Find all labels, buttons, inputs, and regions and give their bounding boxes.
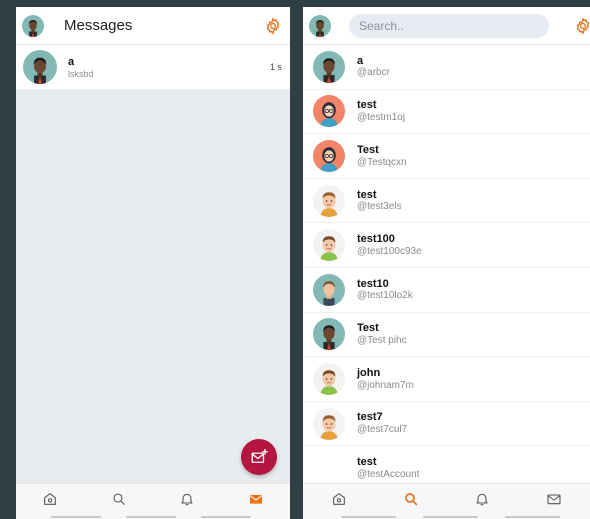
user-name: test10 [357,277,389,290]
user-name: test [357,456,377,469]
home-indicator [201,516,251,518]
user-handle: @test3els [357,201,402,213]
user-list: a @arbcr test @testm1oj Test @Testqcxn test… [303,45,590,491]
user-avatar [313,408,345,440]
user-handle: @Test pihc [357,334,407,346]
search-screen: a@arbcr test@testm1oj Test@Testqcxn test… [303,7,590,519]
home-icon [44,492,57,505]
messages-header: Messages [16,7,290,45]
conversation-last-message: lsksbd [68,68,94,79]
user-list-item[interactable]: Test @Testqcxn [303,134,590,179]
user-handle: @testAccount [357,468,420,480]
profile-avatar[interactable] [309,15,331,37]
profile-avatar[interactable] [22,15,44,37]
user-list-item[interactable]: test100 @test100c93e [303,223,590,268]
nav-search[interactable] [85,484,154,519]
user-avatar [313,363,345,395]
page-title: Messages [64,17,133,34]
user-handle: @test7cul7 [357,424,408,436]
search-header [303,7,590,45]
user-handle: @test10lo2k [357,290,413,302]
user-handle: @test100c93e [357,245,422,257]
user-handle: @testm1oj [357,111,405,123]
user-avatar [313,452,345,484]
mail-icon [249,494,263,504]
user-name: test [357,188,377,201]
home-indicator [51,516,101,518]
user-name: a [357,54,364,67]
search-input[interactable] [349,13,549,38]
settings-gear-icon[interactable] [264,17,282,35]
user-avatar [313,318,345,350]
user-list-item[interactable]: test10 @test10lo2k [303,268,590,313]
user-handle: @arbcr [357,67,390,79]
user-name: test [357,99,377,112]
new-message-button[interactable] [241,439,277,475]
home-indicator [341,516,396,518]
home-indicator [423,516,478,518]
conversation-item[interactable]: a lsksbd 1 s [16,45,290,90]
user-list-item[interactable]: test7 @test7cul7 [303,402,590,447]
user-list-item[interactable]: a @arbcr [303,45,590,90]
conversation-avatar [23,50,57,84]
user-name: test100 [357,233,395,246]
user-name: test7 [357,411,383,424]
nav-search[interactable] [375,484,447,519]
settings-gear-icon[interactable] [574,17,590,35]
home-icon [333,492,345,505]
user-avatar [313,51,345,83]
user-name: Test [357,322,379,335]
user-avatar [313,140,345,172]
bottom-nav [303,483,590,519]
nav-messages[interactable] [222,484,291,519]
user-list-item[interactable]: test @testm1oj [303,90,590,135]
nav-home[interactable] [16,484,85,519]
conversation-name: a [68,55,75,68]
user-list-item[interactable]: Test @Test pihc [303,313,590,358]
search-icon [113,492,125,505]
nav-messages[interactable] [518,484,590,519]
bell-icon [181,493,193,505]
bottom-nav [16,483,290,519]
nav-home[interactable] [303,484,375,519]
messages-screen: Messages a lsksbd 1 s [16,7,290,519]
conversation-list-empty-area [16,90,290,483]
nav-notifications[interactable] [447,484,519,519]
user-handle: @Testqcxn [357,156,407,168]
user-name: Test [357,143,379,156]
user-avatar [313,185,345,217]
user-avatar [313,95,345,127]
home-indicator [505,516,560,518]
user-avatar [313,229,345,261]
conversation-time: 1 s [269,62,282,72]
home-indicator [126,516,176,518]
compose-message-icon [251,448,268,463]
user-name: john [357,366,381,379]
user-list-item[interactable]: test @test3els [303,179,590,224]
mail-icon [547,493,561,504]
bell-icon [476,493,488,505]
user-avatar [313,274,345,306]
user-list-item[interactable]: john @johnam7m [303,357,590,402]
user-handle: @johnam7m [357,379,414,391]
search-icon [404,492,417,505]
nav-notifications[interactable] [153,484,222,519]
